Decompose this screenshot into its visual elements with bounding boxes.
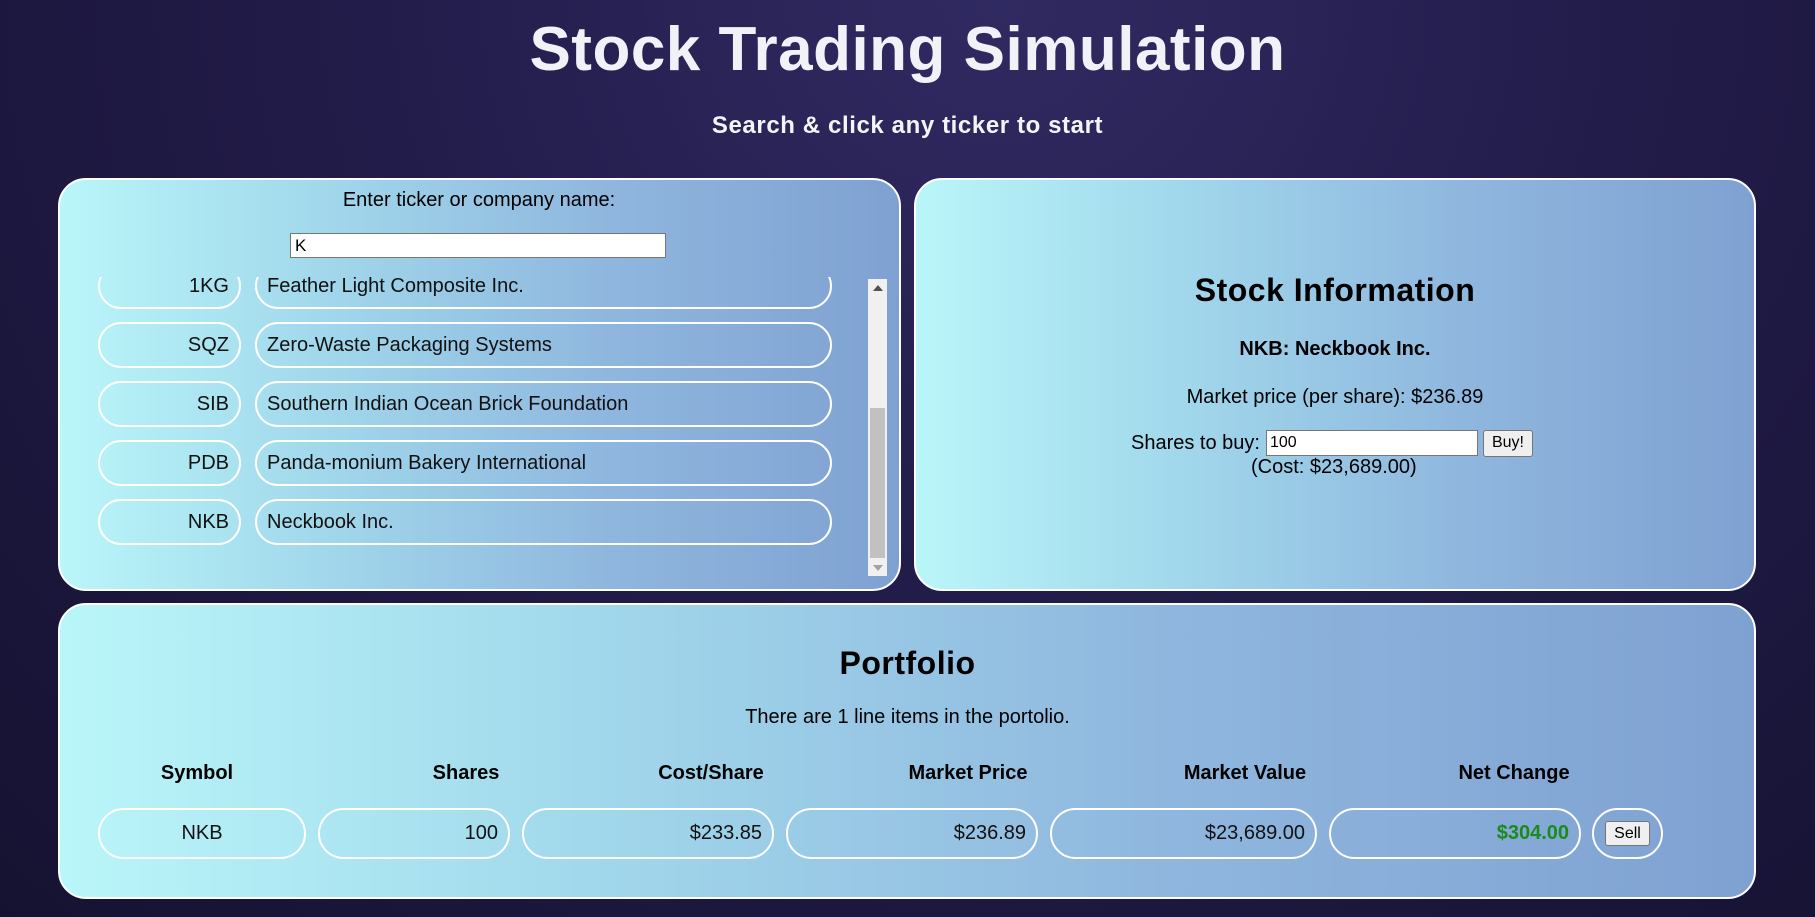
shares-to-buy-input[interactable] [1265,430,1478,456]
search-results-list: 1KG Feather Light Composite Inc. SQZ Zer… [93,277,863,577]
portfolio-symbol-cell: NKB [98,808,306,859]
result-row-sqz[interactable]: SQZ Zero-Waste Packaging Systems [93,322,833,368]
portfolio-market-price-cell: $236.89 [786,808,1038,859]
column-header-net-change: Net Change [1458,762,1570,784]
page-subtitle: Search & click any ticker to start [711,112,1104,139]
portfolio-market-value-cell: $23,689.00 [1050,808,1317,859]
scrollbar-thumb[interactable] [870,408,885,558]
result-symbol[interactable]: 1KG [98,277,241,309]
result-symbol[interactable]: SIB [98,381,241,427]
result-company-name[interactable]: Southern Indian Ocean Brick Foundation [255,381,832,427]
result-symbol[interactable]: NKB [98,499,241,545]
stock-info-title: Stock Information [1194,272,1476,308]
results-scrollbar[interactable] [868,279,887,576]
stock-info-panel [914,178,1756,591]
result-company-name[interactable]: Feather Light Composite Inc. [255,277,832,309]
portfolio-net-change-cell: $304.00 [1329,808,1581,859]
result-company-name[interactable]: Zero-Waste Packaging Systems [255,322,832,368]
column-header-market-price: Market Price [908,762,1028,784]
result-row-pdb[interactable]: PDB Panda-monium Bakery International [93,440,833,486]
result-company-name[interactable]: Neckbook Inc. [255,499,832,545]
result-symbol[interactable]: SQZ [98,322,241,368]
result-symbol[interactable]: PDB [98,440,241,486]
portfolio-summary: There are 1 line items in the portolio. [745,706,1070,728]
buy-row: Shares to buy: Buy! [1131,428,1533,458]
result-row-nkb[interactable]: NKB Neckbook Inc. [93,499,833,545]
purchase-cost-text: (Cost: $23,689.00) [1251,456,1417,478]
column-header-cost-share: Cost/Share [658,762,764,784]
scroll-up-arrow-icon[interactable] [868,279,887,296]
selected-stock-name: NKB: Neckbook Inc. [1239,338,1431,360]
sell-button[interactable]: Sell [1605,821,1650,846]
sell-button-cell: Sell [1592,808,1663,859]
buy-button[interactable]: Buy! [1482,429,1533,457]
column-header-symbol: Symbol [160,762,234,784]
page-title: Stock Trading Simulation [529,15,1286,84]
portfolio-cost-share-cell: $233.85 [522,808,774,859]
result-row-1kg[interactable]: 1KG Feather Light Composite Inc. [93,277,833,309]
search-input[interactable] [290,233,666,258]
market-price-text: Market price (per share): $236.89 [1186,386,1484,408]
column-header-shares: Shares [432,762,500,784]
result-company-name[interactable]: Panda-monium Bakery International [255,440,832,486]
scroll-down-arrow-icon[interactable] [868,559,887,576]
column-header-market-value: Market Value [1183,762,1307,784]
result-row-sib[interactable]: SIB Southern Indian Ocean Brick Foundati… [93,381,833,427]
shares-to-buy-label: Shares to buy: [1131,431,1260,454]
search-label: Enter ticker or company name: [342,189,616,211]
portfolio-shares-cell: 100 [318,808,510,859]
portfolio-title: Portfolio [839,645,976,681]
